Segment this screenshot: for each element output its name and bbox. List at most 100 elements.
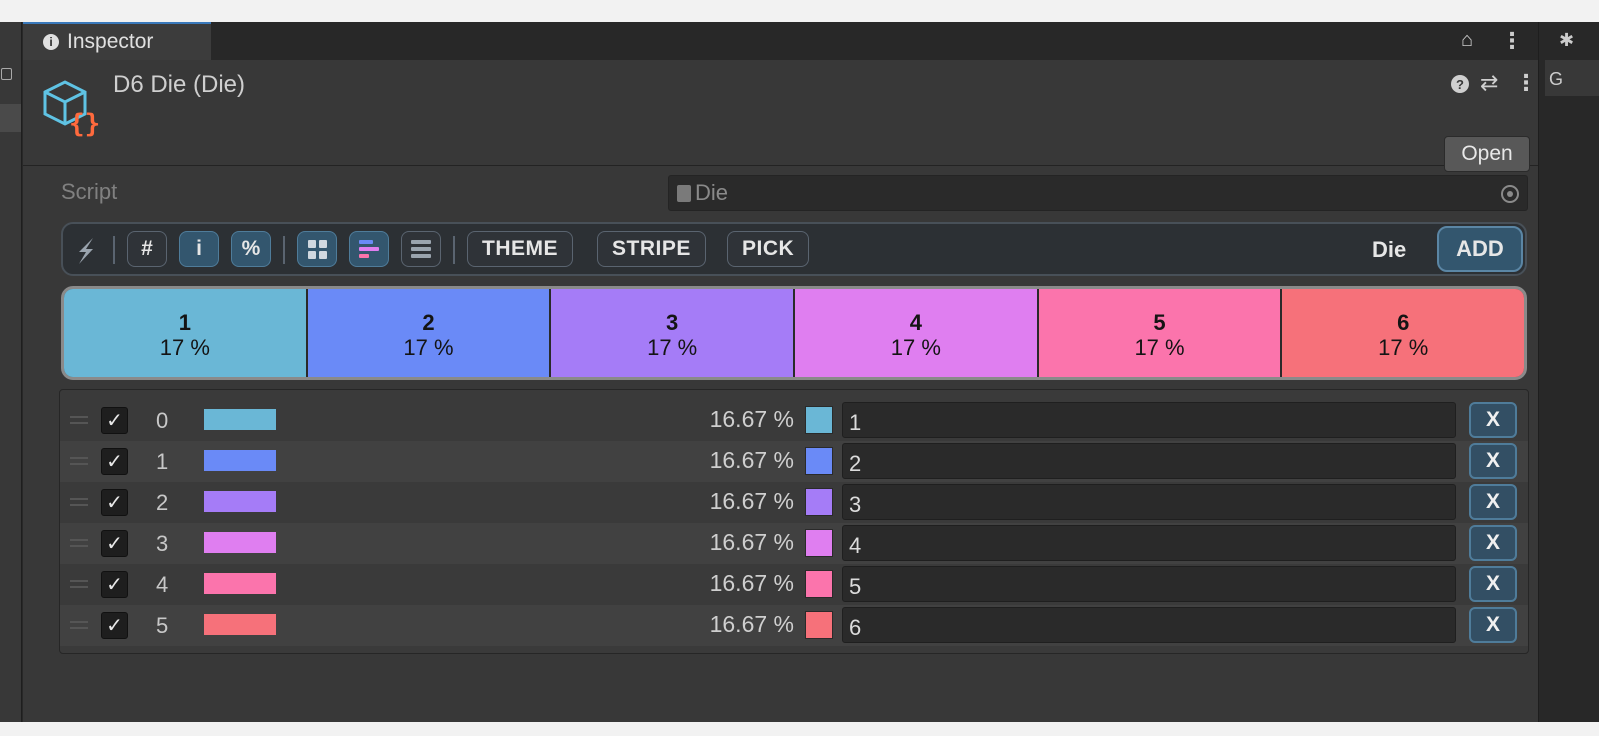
right-panel-tab[interactable]: G [1545,60,1599,96]
die-type-label: Die [1372,237,1407,262]
drag-handle-icon[interactable] [70,416,88,424]
gear-icon[interactable]: ✱ [1559,30,1574,51]
object-picker-icon[interactable] [1501,185,1519,203]
entry-index: 4 [156,572,169,597]
list-item: ✓ 5 16.67 % 6 X [60,605,1528,646]
drag-handle-icon[interactable] [70,457,88,465]
add-button[interactable]: ADD [1437,226,1523,272]
entry-index: 2 [156,490,169,515]
panel-toggle-icon[interactable] [1,68,12,80]
segment-label: 3 [666,310,679,335]
bar-view-button[interactable] [349,231,389,267]
left-panel-edge [0,22,22,722]
tab-bar: i Inspector ⌂ ⋮ [23,22,1538,60]
drag-handle-icon[interactable] [70,621,88,629]
component-menu-icon[interactable]: ⋮ [1515,70,1537,96]
entry-value-field[interactable]: 5 [842,566,1456,602]
drag-handle-icon[interactable] [70,498,88,506]
editor-window: ✱ G i Inspector ⌂ ⋮ {} D6 Die (Die) ? ⇄ … [0,22,1599,722]
entry-index: 1 [156,449,169,474]
list-item: ✓ 0 16.67 % 1 X [60,400,1528,441]
remove-entry-button[interactable]: X [1469,566,1517,602]
entry-value-field[interactable]: 6 [842,607,1456,643]
segment-label: 1 [178,310,191,335]
entry-percent: 16.67 % [709,406,794,432]
remove-entry-button[interactable]: X [1469,525,1517,561]
entry-index: 3 [156,531,169,556]
entry-color-bar [204,573,276,594]
list-item: ✓ 1 16.67 % 2 X [60,441,1528,482]
segment-percent: 17 % [1134,335,1185,360]
distribution-segment[interactable]: 5 17 % [1038,289,1283,377]
distribution-segment[interactable]: 2 17 % [307,289,552,377]
distribution-segment[interactable]: 4 17 % [795,289,1039,377]
theme-button[interactable]: THEME [467,231,573,267]
list-view-button[interactable] [401,231,441,267]
enabled-checkbox[interactable]: ✓ [101,530,128,557]
entry-value-field[interactable]: 1 [842,402,1456,438]
segment-percent: 17 % [403,335,454,360]
help-icon[interactable]: ? [1451,75,1469,93]
enabled-checkbox[interactable]: ✓ [101,489,128,516]
tab-label: Inspector [67,30,154,53]
hash-toggle-button[interactable]: # [127,231,167,267]
pick-button[interactable]: PICK [727,231,810,267]
lock-icon[interactable]: ⌂ [1461,29,1473,52]
list-item: ✓ 3 16.67 % 4 X [60,523,1528,564]
distribution-segment[interactable]: 3 17 % [551,289,796,377]
entry-color-swatch[interactable] [805,529,833,557]
entry-color-bar [204,532,276,553]
entry-percent: 16.67 % [709,611,794,637]
distribution-segment[interactable]: 6 17 % [1282,289,1524,377]
right-panel-tab-label: G [1549,69,1564,89]
script-field: Die [668,175,1528,211]
segment-label: 6 [1397,310,1410,335]
entry-color-bar [204,614,276,635]
entry-color-swatch[interactable] [805,488,833,516]
list-icon [411,240,431,258]
entry-color-swatch[interactable] [805,406,833,434]
enabled-checkbox[interactable]: ✓ [101,612,128,639]
entry-color-bar [204,491,276,512]
die-toolbar: # i % THEME STRIPE PICK Die ADD [61,222,1527,276]
presets-icon[interactable]: ⇄ [1480,70,1498,96]
enabled-checkbox[interactable]: ✓ [101,571,128,598]
remove-entry-button[interactable]: X [1469,443,1517,479]
toolbar-divider [283,236,285,264]
entry-value-field[interactable]: 3 [842,484,1456,520]
component-header: {} D6 Die (Die) ? ⇄ ⋮ Open [23,60,1538,172]
distribution-segment[interactable]: 1 17 % [64,289,308,377]
enabled-checkbox[interactable]: ✓ [101,407,128,434]
remove-entry-button[interactable]: X [1469,402,1517,438]
segment-percent: 17 % [890,335,941,360]
info-toggle-button[interactable]: i [179,231,219,267]
entry-index: 5 [156,613,169,638]
entry-color-swatch[interactable] [805,570,833,598]
script-file-icon [677,184,691,202]
enabled-checkbox[interactable]: ✓ [101,448,128,475]
entry-percent: 16.67 % [709,529,794,555]
info-icon: i [43,34,59,50]
distribution-bar: 1 17 % 2 17 % 3 17 % 4 17 % 5 17 % 6 17 % [61,286,1527,380]
remove-entry-button[interactable]: X [1469,484,1517,520]
entry-value-field[interactable]: 4 [842,525,1456,561]
script-value: Die [695,180,729,205]
stripe-button[interactable]: STRIPE [597,231,706,267]
grid-view-button[interactable] [297,231,337,267]
tab-menu-icon[interactable]: ⋮ [1501,28,1523,54]
percent-toggle-button[interactable]: % [231,231,271,267]
list-item: ✓ 2 16.67 % 3 X [60,482,1528,523]
segment-label: 4 [909,310,922,335]
tab-inspector[interactable]: i Inspector [23,22,211,60]
entry-value-field[interactable]: 2 [842,443,1456,479]
open-button[interactable]: Open [1444,136,1530,172]
entry-color-bar [204,409,276,430]
drag-handle-icon[interactable] [70,539,88,547]
drag-handle-icon[interactable] [70,580,88,588]
remove-entry-button[interactable]: X [1469,607,1517,643]
script-label: Script [61,179,118,204]
segment-percent: 17 % [159,335,210,360]
segment-label: 2 [422,310,435,335]
entry-color-swatch[interactable] [805,611,833,639]
entry-color-swatch[interactable] [805,447,833,475]
